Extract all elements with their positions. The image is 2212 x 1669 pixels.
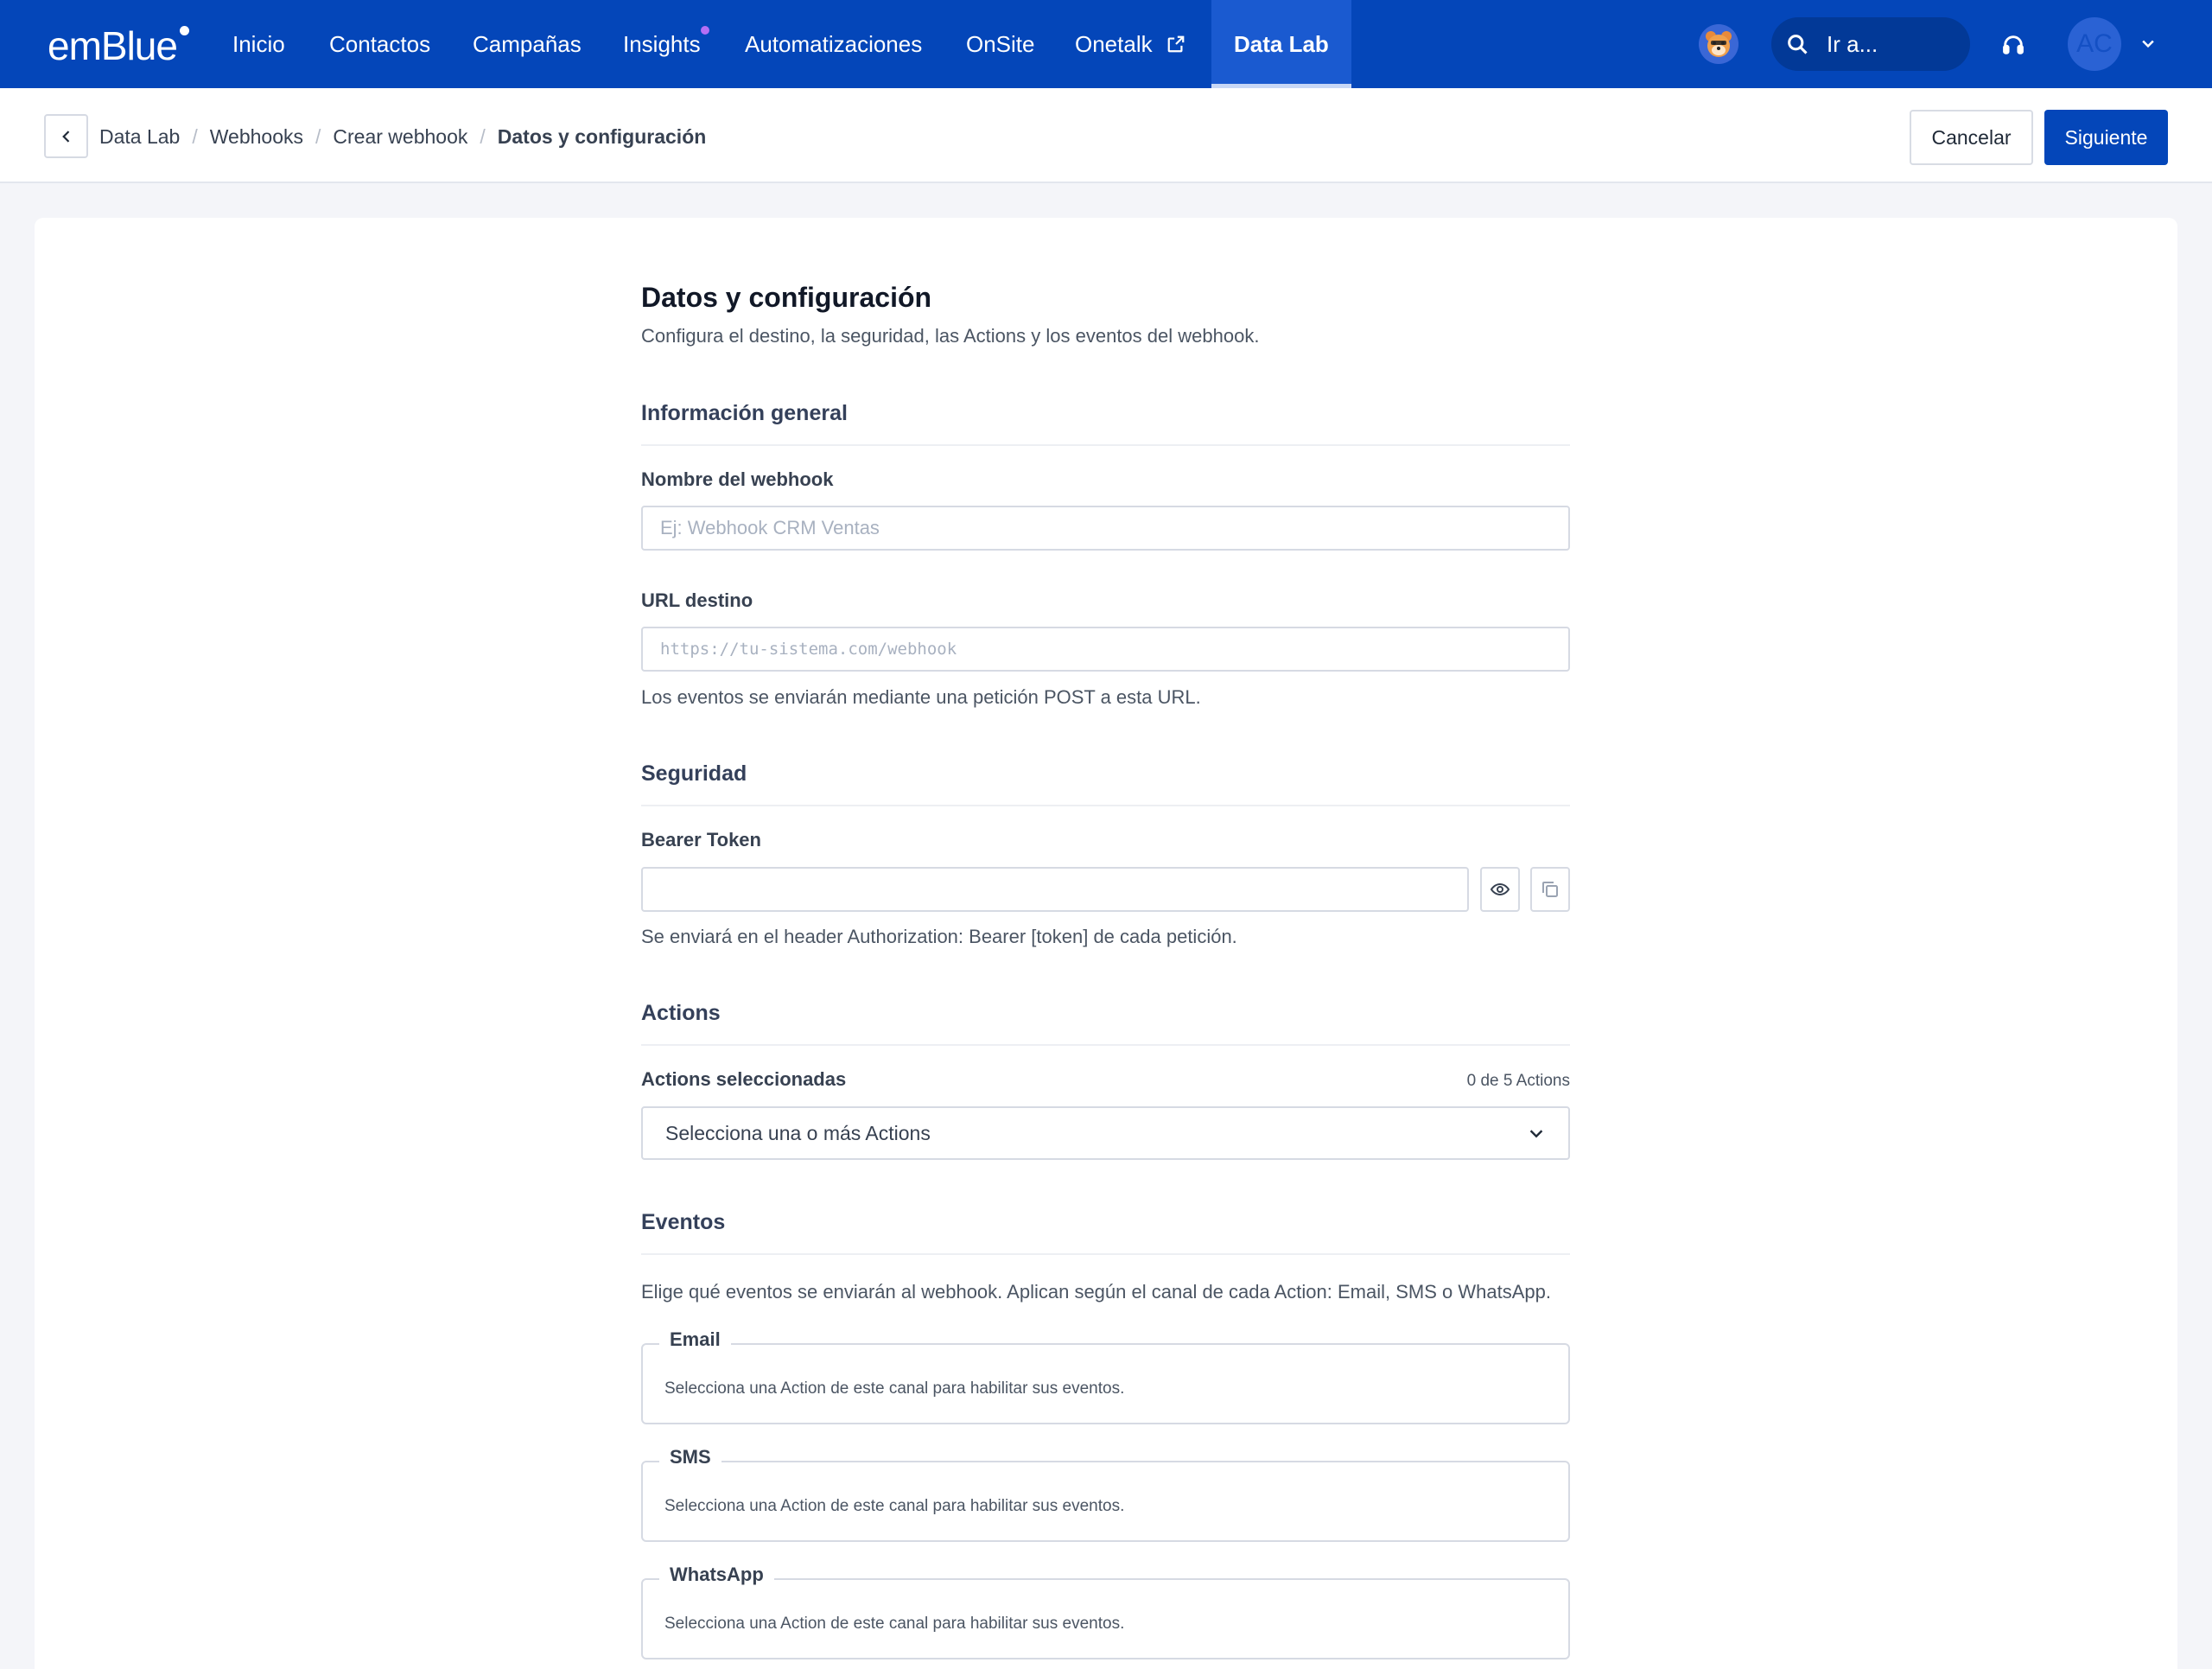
events-description: Elige qué eventos se enviarán al webhook… — [641, 1281, 1551, 1303]
url-help-text: Los eventos se enviarán mediante una pet… — [641, 686, 1201, 708]
nav-item-automatizaciones[interactable]: Automatizaciones — [745, 0, 922, 88]
breadcrumb-current: Datos y configuración — [497, 124, 707, 148]
breadcrumb-separator: / — [315, 124, 321, 148]
top-navigation-bar: emBlue Inicio Contactos Campañas Insight… — [0, 0, 2212, 88]
nav-item-label: Insights — [623, 30, 701, 57]
section-title-actions: Actions — [641, 1001, 721, 1025]
external-link-icon — [1166, 35, 1185, 54]
bearer-token-input[interactable] — [641, 867, 1469, 912]
support-headset-icon[interactable] — [1999, 31, 2027, 59]
logo-text: emBlue — [48, 23, 178, 68]
nav-item-onsite[interactable]: OnSite — [966, 0, 1035, 88]
chevron-left-icon — [61, 130, 69, 143]
nav-item-label: Data Lab — [1234, 30, 1329, 57]
breadcrumb-separator: / — [480, 124, 486, 148]
page-description: Configura el destino, la seguridad, las … — [641, 325, 1260, 347]
breadcrumb: Data Lab / Webhooks / Crear webhook / Da… — [99, 123, 706, 150]
section-title-general: Información general — [641, 401, 848, 425]
nav-item-label: Inicio — [232, 30, 285, 57]
nav-item-contactos[interactable]: Contactos — [329, 0, 430, 88]
events-group-sms-hint: Selecciona una Action de este canal para… — [664, 1497, 1125, 1515]
nav-item-insights[interactable]: Insights — [623, 0, 709, 88]
breadcrumb-item-webhooks[interactable]: Webhooks — [210, 125, 303, 149]
section-divider — [641, 805, 1570, 806]
webhook-name-label: Nombre del webhook — [641, 468, 834, 490]
nav-item-label: Campañas — [473, 30, 582, 57]
show-token-button[interactable] — [1480, 867, 1520, 912]
section-divider — [641, 1044, 1570, 1046]
nav-item-inicio[interactable]: Inicio — [232, 0, 285, 88]
next-button[interactable]: Siguiente — [2044, 110, 2168, 165]
copy-token-button[interactable] — [1530, 867, 1570, 912]
nav-item-label: Contactos — [329, 30, 431, 57]
actions-select[interactable]: Selecciona una o más Actions — [641, 1106, 1570, 1160]
events-group-whatsapp-hint: Selecciona una Action de este canal para… — [664, 1615, 1125, 1633]
section-title-security: Seguridad — [641, 761, 747, 786]
section-divider — [641, 444, 1570, 446]
nav-item-label: OnSite — [966, 30, 1035, 57]
search-icon — [1785, 32, 1809, 56]
back-button[interactable] — [44, 114, 88, 158]
search-label: Ir a... — [1827, 30, 1878, 57]
actions-counter: 0 de 5 Actions — [1466, 1072, 1570, 1090]
url-label: URL destino — [641, 589, 753, 611]
mascot-icon[interactable] — [1699, 24, 1738, 64]
avatar-initials: AC — [2076, 29, 2113, 58]
nav-item-onetalk[interactable]: Onetalk — [1075, 0, 1185, 88]
logo-dot — [179, 26, 189, 35]
nav-item-campanas[interactable]: Campañas — [473, 0, 582, 88]
chevron-down-icon — [1529, 1130, 1543, 1138]
emblue-logo[interactable]: emBlue — [48, 22, 189, 69]
cancel-button[interactable]: Cancelar — [1910, 110, 2033, 165]
url-input[interactable]: https://tu-sistema.com/webhook — [641, 627, 1570, 672]
nav-item-data-lab[interactable]: Data Lab — [1211, 0, 1351, 88]
events-group-email-hint: Selecciona una Action de este canal para… — [664, 1379, 1125, 1398]
breadcrumb-item-crear-webhook[interactable]: Crear webhook — [333, 125, 467, 149]
webhook-name-input[interactable]: Ej: Webhook CRM Ventas — [641, 506, 1570, 551]
events-group-sms-title: SMS — [659, 1446, 721, 1468]
bearer-token-help-text: Se enviará en el header Authorization: B… — [641, 926, 1237, 947]
page-title: Datos y configuración — [641, 282, 932, 313]
actions-selected-label: Actions seleccionadas — [641, 1068, 847, 1090]
page-header: Data Lab / Webhooks / Crear webhook / Da… — [0, 88, 2212, 183]
section-title-events: Eventos — [641, 1210, 726, 1234]
breadcrumb-item-data-lab[interactable]: Data Lab — [99, 125, 180, 149]
section-divider — [641, 1253, 1570, 1255]
nav-item-label: Onetalk — [1075, 30, 1153, 57]
breadcrumb-separator: / — [192, 124, 198, 148]
chevron-down-icon[interactable] — [2138, 33, 2158, 54]
events-group-email-title: Email — [659, 1328, 731, 1351]
actions-select-placeholder: Selecciona una o más Actions — [665, 1121, 931, 1144]
eye-icon — [1490, 882, 1510, 896]
events-group-whatsapp-title: WhatsApp — [659, 1564, 774, 1586]
nav-item-label: Automatizaciones — [745, 30, 923, 57]
bearer-token-label: Bearer Token — [641, 829, 761, 850]
user-avatar[interactable]: AC — [2068, 17, 2121, 71]
copy-icon — [1542, 882, 1558, 897]
notification-dot — [700, 26, 709, 35]
global-search[interactable]: Ir a... — [1771, 17, 1970, 71]
